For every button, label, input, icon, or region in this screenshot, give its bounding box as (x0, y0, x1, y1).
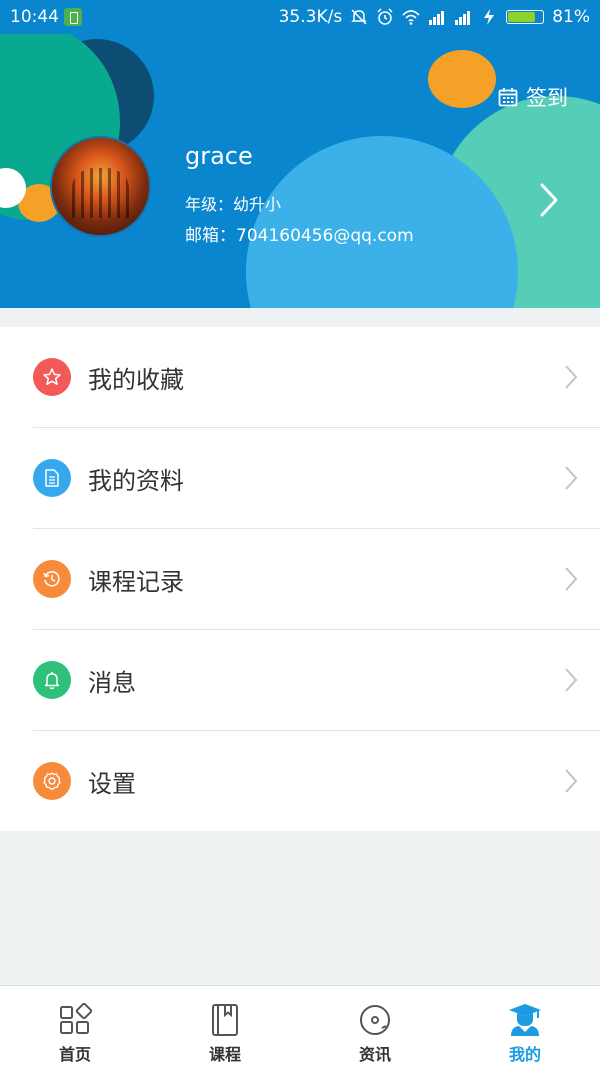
wifi-icon (402, 8, 420, 26)
menu-icon-bg (33, 762, 71, 800)
checkin-button[interactable]: 签到 (498, 82, 568, 112)
grade-value: 幼升小 (233, 195, 282, 214)
nav-mine[interactable]: 我的 (450, 986, 600, 1068)
menu-icon-bg (33, 459, 71, 497)
avatar[interactable] (50, 136, 151, 237)
chevron-right-icon (565, 466, 578, 490)
menu-list: 我的收藏 我的资料 课程记录 消息 设置 (0, 327, 600, 831)
battery-saver-icon (64, 8, 82, 26)
checkin-label: 签到 (526, 86, 568, 110)
menu-item-profile[interactable]: 我的资料 (0, 428, 600, 529)
graduate-icon (509, 1004, 541, 1036)
nav-label: 我的 (508, 1045, 541, 1064)
mute-icon (350, 8, 368, 26)
decor-bubble-orange (428, 50, 496, 108)
chevron-right-icon (565, 567, 578, 591)
nav-home[interactable]: 首页 (0, 986, 150, 1068)
charging-icon (480, 8, 498, 26)
nav-label: 首页 (58, 1045, 91, 1064)
menu-icon-bg (33, 661, 71, 699)
bell-icon (44, 672, 60, 690)
signal-icon-2 (454, 8, 472, 26)
history-icon (43, 571, 60, 587)
status-bar: 10:44 35.3K/s 81% (0, 0, 600, 34)
bottom-nav: 首页 课程 资讯 我的 (0, 985, 600, 1068)
menu-label: 消息 (88, 669, 136, 697)
calendar-icon (498, 88, 518, 107)
nav-courses[interactable]: 课程 (150, 986, 300, 1068)
chevron-right-icon (565, 365, 578, 389)
battery-percent: 81% (552, 7, 590, 27)
status-time: 10:44 (10, 7, 59, 27)
battery-icon (506, 10, 545, 24)
chevron-right-icon[interactable] (536, 182, 562, 218)
email-info: 邮箱：704160456@qq.com (185, 221, 414, 246)
chevron-right-icon (565, 769, 578, 793)
net-speed: 35.3K/s (278, 7, 343, 27)
document-icon (45, 469, 59, 487)
username: grace (185, 142, 253, 170)
nav-news[interactable]: 资讯 (300, 986, 450, 1068)
email-value: 704160456@qq.com (236, 226, 414, 246)
menu-label: 我的资料 (88, 467, 184, 495)
menu-item-favorites[interactable]: 我的收藏 (0, 327, 600, 428)
home-grid-icon (60, 1003, 92, 1034)
signal-icon-1 (428, 8, 446, 26)
menu-label: 课程记录 (88, 568, 184, 596)
email-label: 邮箱： (185, 226, 236, 246)
menu-item-messages[interactable]: 消息 (0, 630, 600, 731)
grade-label: 年级： (185, 195, 234, 214)
disc-icon (360, 1005, 390, 1035)
alarm-icon (376, 8, 394, 26)
status-icons: 35.3K/s 81% (279, 7, 590, 27)
grade-info: 年级：幼升小 (185, 191, 281, 215)
chevron-right-icon (565, 668, 578, 692)
gear-icon (43, 772, 61, 790)
menu-label: 我的收藏 (88, 366, 184, 394)
star-icon (43, 368, 61, 385)
book-icon (212, 1004, 238, 1036)
profile-header[interactable]: 签到 grace 年级：幼升小 邮箱：704160456@qq.com (0, 34, 600, 308)
nav-label: 资讯 (358, 1045, 391, 1064)
nav-label: 课程 (208, 1045, 241, 1064)
menu-label: 设置 (88, 770, 136, 798)
menu-item-course-history[interactable]: 课程记录 (0, 529, 600, 630)
menu-item-settings[interactable]: 设置 (0, 731, 600, 832)
menu-icon-bg (33, 560, 71, 598)
menu-icon-bg (33, 358, 71, 396)
